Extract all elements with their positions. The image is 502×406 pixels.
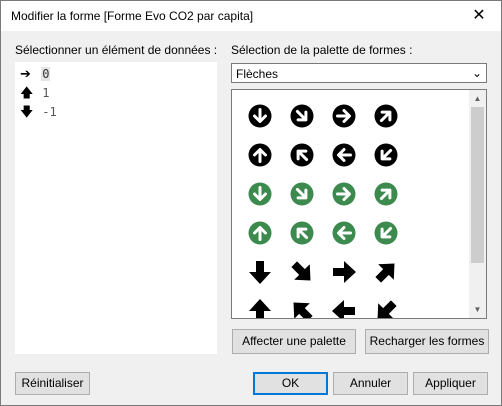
green-circle-arrow-left-icon[interactable] [331,220,357,246]
reset-button[interactable]: Réinitialiser [15,372,90,395]
green-circle-arrow-down-left-icon[interactable] [373,220,399,246]
green-circle-arrow-down-right-icon[interactable] [289,181,315,207]
palette-dropdown[interactable]: Flèches ⌄ [231,63,487,83]
reload-shapes-button[interactable]: Recharger les formes [365,329,489,354]
list-item-value: -1 [42,105,57,119]
shape-palette-grid[interactable]: ▲ ▼ [231,89,487,319]
list-item-value: 1 [42,86,50,100]
dialog-window: Modifier la forme [Forme Evo CO2 par cap… [0,0,502,406]
list-item-value: 0 [41,67,51,81]
black-circle-arrow-down-icon[interactable] [247,103,273,129]
black-arrow-right-icon[interactable] [331,259,357,285]
window-title: Modifier la forme [Forme Evo CO2 par cap… [11,9,254,23]
list-item[interactable]: ➔ 0 [20,65,51,83]
green-circle-arrow-up-left-icon[interactable] [289,220,315,246]
black-circle-arrow-up-right-icon[interactable] [373,103,399,129]
scroll-down-icon[interactable]: ▼ [469,301,486,318]
black-circle-arrow-up-left-icon[interactable] [289,142,315,168]
data-item-list[interactable]: ➔ 0 🡅 1 🡇 -1 [15,62,217,354]
apply-button[interactable]: Appliquer [413,372,488,395]
close-icon[interactable]: ✕ [457,1,501,31]
black-arrow-up-right-icon[interactable] [373,259,399,285]
black-arrow-down-right-icon[interactable] [289,259,315,285]
black-arrow-down-left-icon[interactable] [373,298,399,319]
assign-palette-button[interactable]: Affecter une palette [232,329,356,354]
green-circle-arrow-up-right-icon[interactable] [373,181,399,207]
chevron-down-icon: ⌄ [471,66,482,80]
arrow-up-icon: 🡅 [20,86,34,101]
green-circle-arrow-up-icon[interactable] [247,220,273,246]
arrow-right-icon: ➔ [20,67,31,82]
cancel-button[interactable]: Annuler [333,372,408,395]
black-arrow-up-left-icon[interactable] [289,298,315,319]
palette-label: Sélection de la palette de formes : [231,43,413,57]
black-circle-arrow-right-icon[interactable] [331,103,357,129]
list-item[interactable]: 🡇 -1 [20,103,58,121]
black-circle-arrow-down-left-icon[interactable] [373,142,399,168]
black-circle-arrow-up-icon[interactable] [247,142,273,168]
black-arrow-left-icon[interactable] [331,298,357,319]
list-item[interactable]: 🡅 1 [20,84,50,102]
palette-selected-value: Flèches [236,67,279,81]
black-circle-arrow-left-icon[interactable] [331,142,357,168]
scroll-thumb[interactable] [471,107,484,263]
data-item-label: Sélectionner un élément de données : [15,43,218,57]
green-circle-arrow-right-icon[interactable] [331,181,357,207]
black-circle-arrow-down-right-icon[interactable] [289,103,315,129]
title-bar: Modifier la forme [Forme Evo CO2 par cap… [1,1,501,31]
arrow-down-icon: 🡇 [20,105,34,120]
green-circle-arrow-down-icon[interactable] [247,181,273,207]
black-arrow-up-icon[interactable] [247,298,273,319]
vertical-scrollbar[interactable]: ▲ ▼ [469,90,486,318]
ok-button[interactable]: OK [253,372,328,395]
scroll-up-icon[interactable]: ▲ [469,90,486,107]
black-arrow-down-icon[interactable] [247,259,273,285]
